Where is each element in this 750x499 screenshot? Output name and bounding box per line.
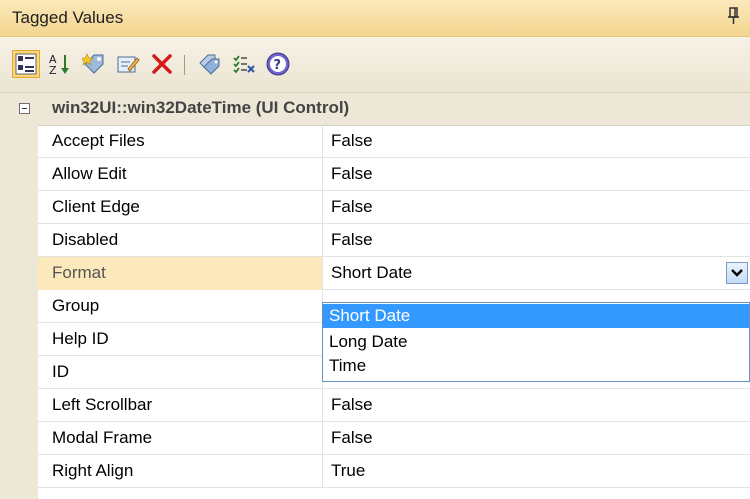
categorized-icon bbox=[15, 53, 37, 75]
column-divider bbox=[322, 257, 323, 290]
format-combo-value[interactable]: Short Date bbox=[331, 263, 412, 283]
property-value[interactable]: True bbox=[331, 461, 365, 481]
group-title: win32UI::win32DateTime (UI Control) bbox=[52, 98, 350, 117]
toolbar: A Z ? bbox=[0, 37, 750, 93]
column-divider bbox=[322, 389, 323, 422]
dropdown-option-time[interactable]: Time bbox=[323, 354, 749, 378]
panel-title-bar: Tagged Values bbox=[0, 0, 750, 37]
property-name: Format bbox=[52, 263, 106, 282]
edit-tag-button[interactable] bbox=[114, 50, 142, 78]
sort-alphabetical-button[interactable]: A Z bbox=[46, 50, 74, 78]
property-name: Modal Frame bbox=[52, 428, 153, 447]
property-grid: win32UI::win32DateTime (UI Control) Acce… bbox=[0, 93, 750, 499]
format-dropdown-button[interactable] bbox=[726, 262, 748, 284]
property-value[interactable]: False bbox=[331, 197, 373, 217]
collapse-icon[interactable] bbox=[19, 103, 30, 114]
tags-button[interactable] bbox=[196, 50, 224, 78]
dropdown-option-short-date[interactable]: Short Date bbox=[323, 304, 749, 328]
property-name: Group bbox=[52, 296, 100, 315]
property-value[interactable]: False bbox=[331, 428, 373, 448]
property-name: Help ID bbox=[52, 329, 109, 348]
new-tag-button[interactable] bbox=[80, 50, 108, 78]
property-value[interactable]: False bbox=[331, 131, 373, 151]
grid-gutter bbox=[0, 125, 38, 499]
format-dropdown-list: Short Date Long Date Time bbox=[322, 302, 750, 382]
property-name: Allow Edit bbox=[52, 164, 127, 183]
help-icon: ? bbox=[266, 52, 290, 76]
tags-icon bbox=[199, 54, 220, 75]
pin-icon[interactable] bbox=[726, 6, 742, 26]
property-row[interactable]: Right Align True bbox=[38, 455, 750, 488]
panel-title: Tagged Values bbox=[12, 8, 124, 27]
list-options-icon bbox=[233, 55, 255, 74]
column-divider bbox=[322, 224, 323, 257]
property-row[interactable]: Accept Files False bbox=[38, 125, 750, 158]
help-button[interactable]: ? bbox=[264, 50, 292, 78]
dropdown-option-long-date[interactable]: Long Date bbox=[323, 330, 749, 354]
property-row-selected[interactable]: Format Short Date bbox=[38, 257, 750, 290]
delete-button[interactable] bbox=[148, 50, 176, 78]
column-divider bbox=[322, 455, 323, 488]
toolbar-separator bbox=[184, 55, 185, 75]
list-options-button[interactable] bbox=[230, 50, 258, 78]
property-row[interactable]: Client Edge False bbox=[38, 191, 750, 224]
property-name: Accept Files bbox=[52, 131, 145, 150]
property-row[interactable]: Modal Frame False bbox=[38, 422, 750, 455]
column-divider bbox=[322, 158, 323, 191]
categorized-view-button[interactable] bbox=[12, 50, 40, 78]
svg-text:Z: Z bbox=[49, 64, 57, 76]
svg-text:?: ? bbox=[274, 58, 282, 73]
property-name: ID bbox=[52, 362, 69, 381]
property-name: Left Scrollbar bbox=[52, 395, 153, 414]
property-value[interactable]: False bbox=[331, 395, 373, 415]
group-header[interactable]: win32UI::win32DateTime (UI Control) bbox=[0, 93, 750, 126]
property-row[interactable]: Disabled False bbox=[38, 224, 750, 257]
property-value[interactable]: False bbox=[331, 230, 373, 250]
column-divider bbox=[322, 125, 323, 158]
new-tag-icon bbox=[82, 53, 104, 74]
sort-alphabetical-icon: A Z bbox=[49, 53, 69, 76]
edit-tag-icon bbox=[117, 56, 140, 73]
property-row[interactable]: Allow Edit False bbox=[38, 158, 750, 191]
chevron-down-icon bbox=[731, 269, 743, 277]
delete-icon bbox=[152, 54, 172, 74]
property-name: Right Align bbox=[52, 461, 134, 480]
column-divider bbox=[322, 191, 323, 224]
column-divider bbox=[322, 422, 323, 455]
property-value[interactable]: False bbox=[331, 164, 373, 184]
property-row[interactable]: Left Scrollbar False bbox=[38, 389, 750, 422]
property-name: Disabled bbox=[52, 230, 119, 249]
property-name: Client Edge bbox=[52, 197, 140, 216]
